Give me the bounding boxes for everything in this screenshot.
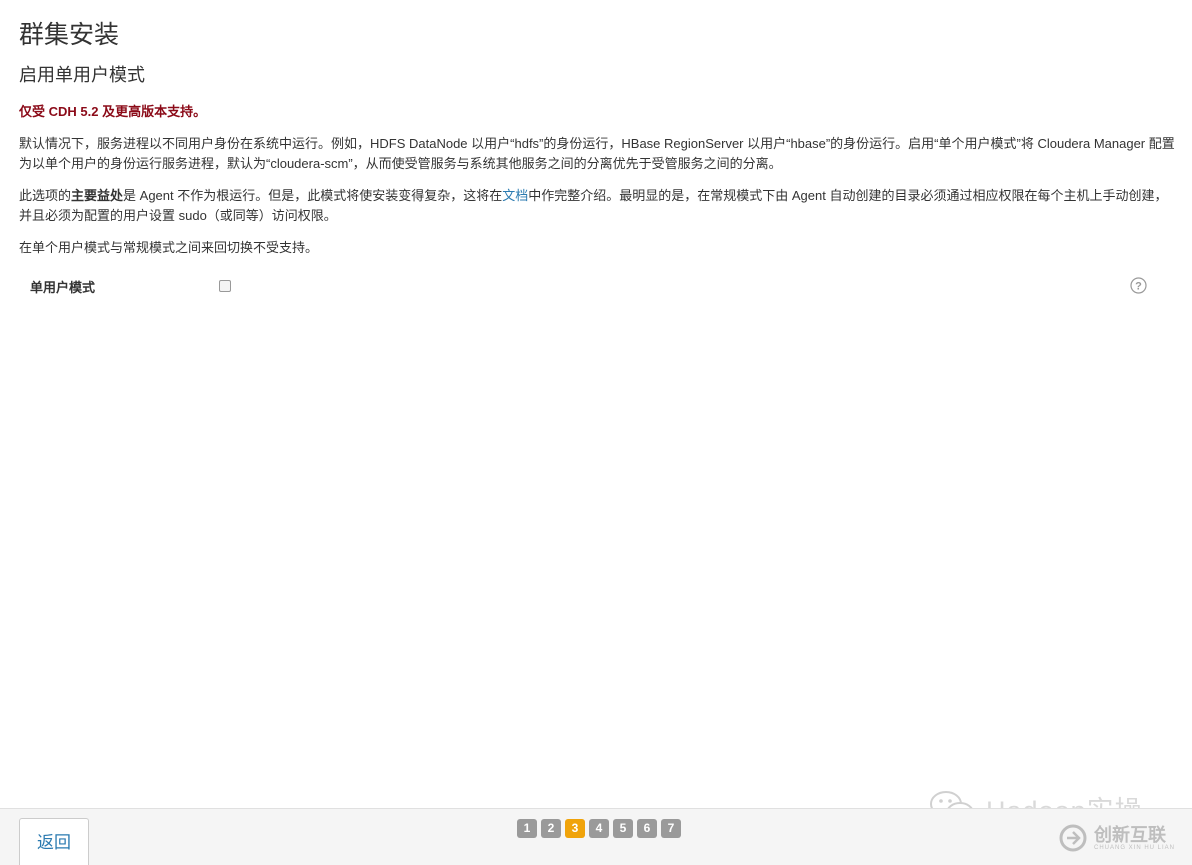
step-4[interactable]: 4	[589, 819, 609, 838]
para2-bold: 主要益处	[71, 188, 124, 203]
footer-bar: 返回 1 2 3 4 5 6 7	[0, 808, 1192, 865]
step-2[interactable]: 2	[541, 819, 561, 838]
brand-logo-icon	[1059, 824, 1087, 852]
description-paragraph-2: 此选项的主要益处是 Agent 不作为根运行。但是，此模式将使安装变得复杂，这将…	[19, 186, 1179, 226]
single-user-form-row: 单用户模式 ?	[19, 274, 1154, 298]
step-indicator: 1 2 3 4 5 6 7	[517, 819, 681, 839]
page: 群集安装 启用单用户模式 仅受 CDH 5.2 及更高版本支持。 默认情况下，服…	[0, 0, 1192, 865]
page-title: 群集安装	[19, 21, 120, 49]
svg-text:?: ?	[1135, 281, 1142, 293]
step-5[interactable]: 5	[613, 819, 633, 838]
single-user-label: 单用户模式	[30, 280, 96, 295]
section-subtitle: 启用单用户模式	[19, 65, 145, 85]
description-paragraph-3: 在单个用户模式与常规模式之间来回切换不受支持。	[19, 240, 319, 255]
step-1[interactable]: 1	[517, 819, 537, 838]
single-user-checkbox[interactable]	[219, 280, 231, 292]
brand-main-text: 创新互联	[1094, 825, 1166, 845]
step-6[interactable]: 6	[637, 819, 657, 838]
back-button[interactable]: 返回	[19, 818, 89, 865]
para2-text-pre: 此选项的	[19, 188, 72, 203]
step-7[interactable]: 7	[661, 819, 681, 838]
brand-watermark: 创新互联 CHUANG XIN HU LIAN	[1058, 818, 1190, 858]
description-paragraph-1: 默认情况下，服务进程以不同用户身份在系统中运行。例如，HDFS DataNode…	[19, 136, 1175, 171]
version-warning: 仅受 CDH 5.2 及更高版本支持。	[19, 104, 207, 119]
documentation-link[interactable]: 文档	[502, 188, 528, 203]
step-3-active[interactable]: 3	[565, 819, 585, 838]
brand-text: 创新互联 CHUANG XIN HU LIAN	[1094, 825, 1175, 851]
para2-text-mid: 是 Agent 不作为根运行。但是，此模式将使安装变得复杂，这将在	[123, 188, 503, 203]
question-circle-icon[interactable]: ?	[1130, 277, 1147, 294]
brand-sub-text: CHUANG XIN HU LIAN	[1094, 845, 1176, 851]
